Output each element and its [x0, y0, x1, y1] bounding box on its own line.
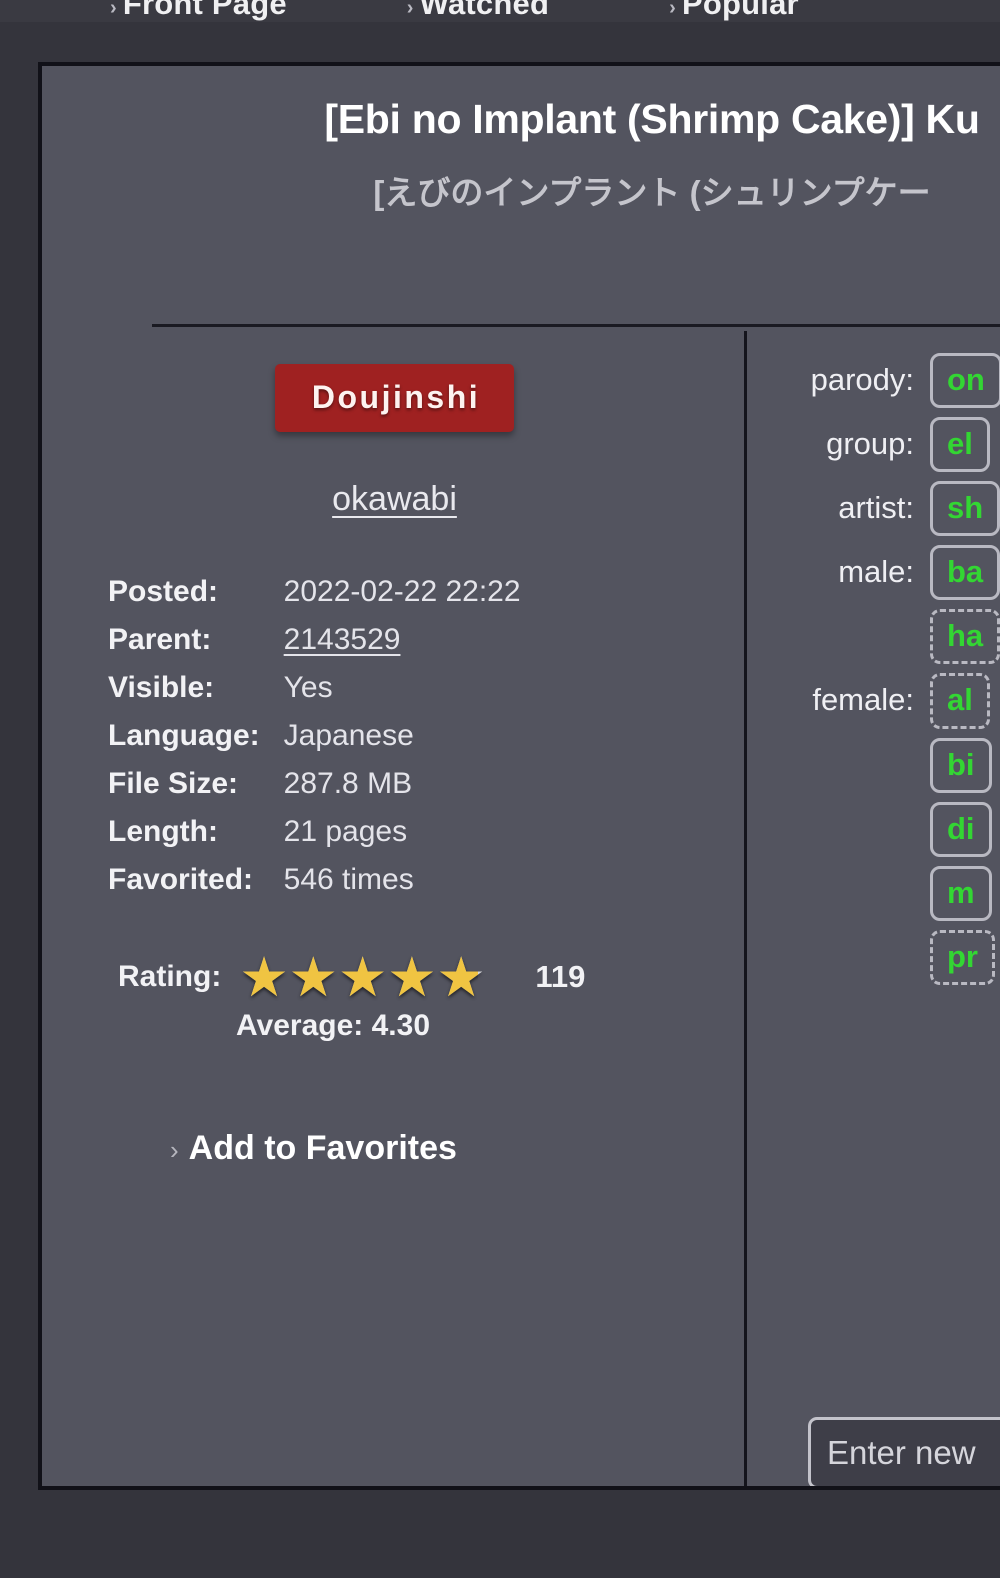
metadata-value: 287.8 MB: [283, 767, 413, 800]
tag-pill[interactable]: al: [930, 673, 990, 729]
rating-block: Rating: ★★★★★ ★★★★★ 119 Average: 4.30: [118, 951, 747, 1043]
tag-row-parody: parody: on: [752, 353, 1000, 409]
nav-item-popular[interactable]: › Popular: [669, 0, 799, 22]
table-row: Posted: 2022-02-22 22:22: [108, 575, 521, 623]
tag-namespace: male:: [838, 554, 914, 590]
metadata-rows: Posted: 2022-02-22 22:22 Parent: 2143529…: [108, 575, 521, 911]
tag-pill[interactable]: sh: [930, 481, 1000, 537]
metadata-value: 546 times: [283, 863, 414, 896]
tag-row-male-continued: ha: [752, 609, 1000, 665]
star-filled-layer: ★★★★★: [239, 951, 479, 1003]
gallery-title-japanese: [えびのインプラント (シュリンプケー: [373, 174, 931, 212]
metadata-value: 2143529: [284, 623, 521, 671]
chevron-right-icon: ›: [669, 0, 676, 19]
tag-list: ha: [930, 609, 1000, 665]
tag-list: sh: [930, 481, 1000, 537]
chevron-right-icon: ›: [406, 0, 414, 19]
nav-label: Popular: [681, 0, 799, 21]
metadata-key: Visible:: [108, 671, 215, 704]
table-row: Parent: 2143529: [108, 623, 521, 671]
tag-pill[interactable]: el: [930, 417, 990, 473]
metadata-key: Language:: [108, 719, 260, 752]
nav-item-watched[interactable]: › Watched: [407, 0, 549, 22]
tag-row-female: female: al: [752, 673, 1000, 729]
metadata-table: Posted: 2022-02-22 22:22 Parent: 2143529…: [108, 575, 521, 911]
metadata-value: 2022-02-22 22:22: [283, 575, 521, 608]
table-row: Visible: Yes: [108, 671, 521, 719]
chevron-right-icon: ›: [110, 0, 117, 19]
title-divider: [152, 324, 1000, 327]
chevron-right-icon: ›: [170, 1134, 179, 1165]
tag-namespace: parody:: [810, 362, 914, 397]
rating-average: Average: 4.30: [236, 1009, 431, 1042]
uploader-container: okawabi: [42, 432, 747, 519]
rating-count: 119: [535, 959, 586, 994]
nav-label: Front Page: [122, 0, 287, 21]
parent-gallery-link[interactable]: 2143529: [284, 623, 401, 656]
tag-row-female-continued-3: m: [752, 865, 1000, 921]
tag-pill[interactable]: pr: [930, 929, 995, 985]
tag-namespace: group:: [826, 426, 914, 462]
tag-pill[interactable]: m: [930, 865, 992, 921]
tag-list: el: [930, 417, 990, 473]
table-row: Favorited: 546 times: [108, 863, 521, 911]
gallery-body: Doujinshi okawabi Posted: 2022-02-22 22:…: [42, 331, 1000, 1486]
metadata-value: Yes: [283, 671, 333, 704]
table-row: Language: Japanese: [108, 719, 521, 767]
add-to-favorites-button[interactable]: › Add to Favorites: [170, 1129, 747, 1168]
new-tag-input[interactable]: [808, 1417, 1000, 1486]
metadata-key: Length:: [108, 815, 218, 848]
tag-pill[interactable]: ba: [930, 545, 1000, 601]
new-tag-container: [808, 1417, 1000, 1486]
nav-label: Watched: [419, 0, 550, 21]
tag-row-male: male: ba: [752, 545, 1000, 601]
tag-row-female-continued-4: pr: [752, 929, 1000, 985]
gallery-info-panel: [Ebi no Implant (Shrimp Cake)] Ku [えびのイン…: [38, 62, 1000, 1490]
top-navigation: › Front Page › Watched › Popular: [0, 0, 1000, 22]
tag-list: al: [930, 673, 990, 729]
tag-row-group: group: el: [752, 417, 1000, 473]
category-badge[interactable]: Doujinshi: [274, 364, 515, 432]
tag-list: m: [930, 865, 992, 921]
gallery-tags-column: parody: on group: el artist: sh male: ba…: [752, 331, 1000, 1486]
tag-list: ba: [930, 545, 1000, 601]
tag-list: pr: [930, 929, 995, 985]
tag-row-female-continued-1: bi: [752, 737, 1000, 793]
tag-row-artist: artist: sh: [752, 481, 1000, 537]
gallery-metadata-column: Doujinshi okawabi Posted: 2022-02-22 22:…: [42, 331, 747, 1486]
tag-pill[interactable]: di: [930, 801, 992, 857]
table-row: Length: 21 pages: [108, 815, 521, 863]
rating-label: Rating:: [118, 960, 222, 993]
tag-rows: parody: on group: el artist: sh male: ba…: [752, 331, 1000, 985]
metadata-key: File Size:: [108, 767, 239, 800]
nav-item-front-page[interactable]: › Front Page: [110, 0, 287, 22]
gallery-title-english: [Ebi no Implant (Shrimp Cake)] Ku: [324, 96, 980, 142]
table-row: File Size: 287.8 MB: [108, 767, 521, 815]
metadata-value: Japanese: [283, 719, 414, 752]
column-divider: [744, 331, 747, 1486]
metadata-key: Favorited:: [108, 863, 254, 896]
category-container: Doujinshi: [42, 331, 747, 432]
rating-stars[interactable]: ★★★★★ ★★★★★: [239, 951, 517, 1003]
uploader-link[interactable]: okawabi: [332, 480, 457, 518]
rating-row: Rating: ★★★★★ ★★★★★ 119: [118, 951, 747, 1003]
metadata-key: Parent:: [108, 623, 212, 656]
add-to-favorites-label: Add to Favorites: [188, 1129, 457, 1167]
tag-list: on: [930, 353, 1000, 409]
metadata-key: Posted:: [108, 575, 219, 608]
tag-pill[interactable]: bi: [930, 737, 992, 793]
tag-namespace: artist:: [838, 490, 914, 526]
tag-row-female-continued-2: di: [752, 801, 1000, 857]
tag-list: di: [930, 801, 992, 857]
tag-pill[interactable]: on: [930, 353, 1000, 409]
tag-namespace: female:: [812, 682, 914, 718]
tag-list: bi: [930, 737, 992, 793]
tag-pill[interactable]: ha: [930, 609, 1000, 665]
metadata-value: 21 pages: [283, 815, 408, 848]
